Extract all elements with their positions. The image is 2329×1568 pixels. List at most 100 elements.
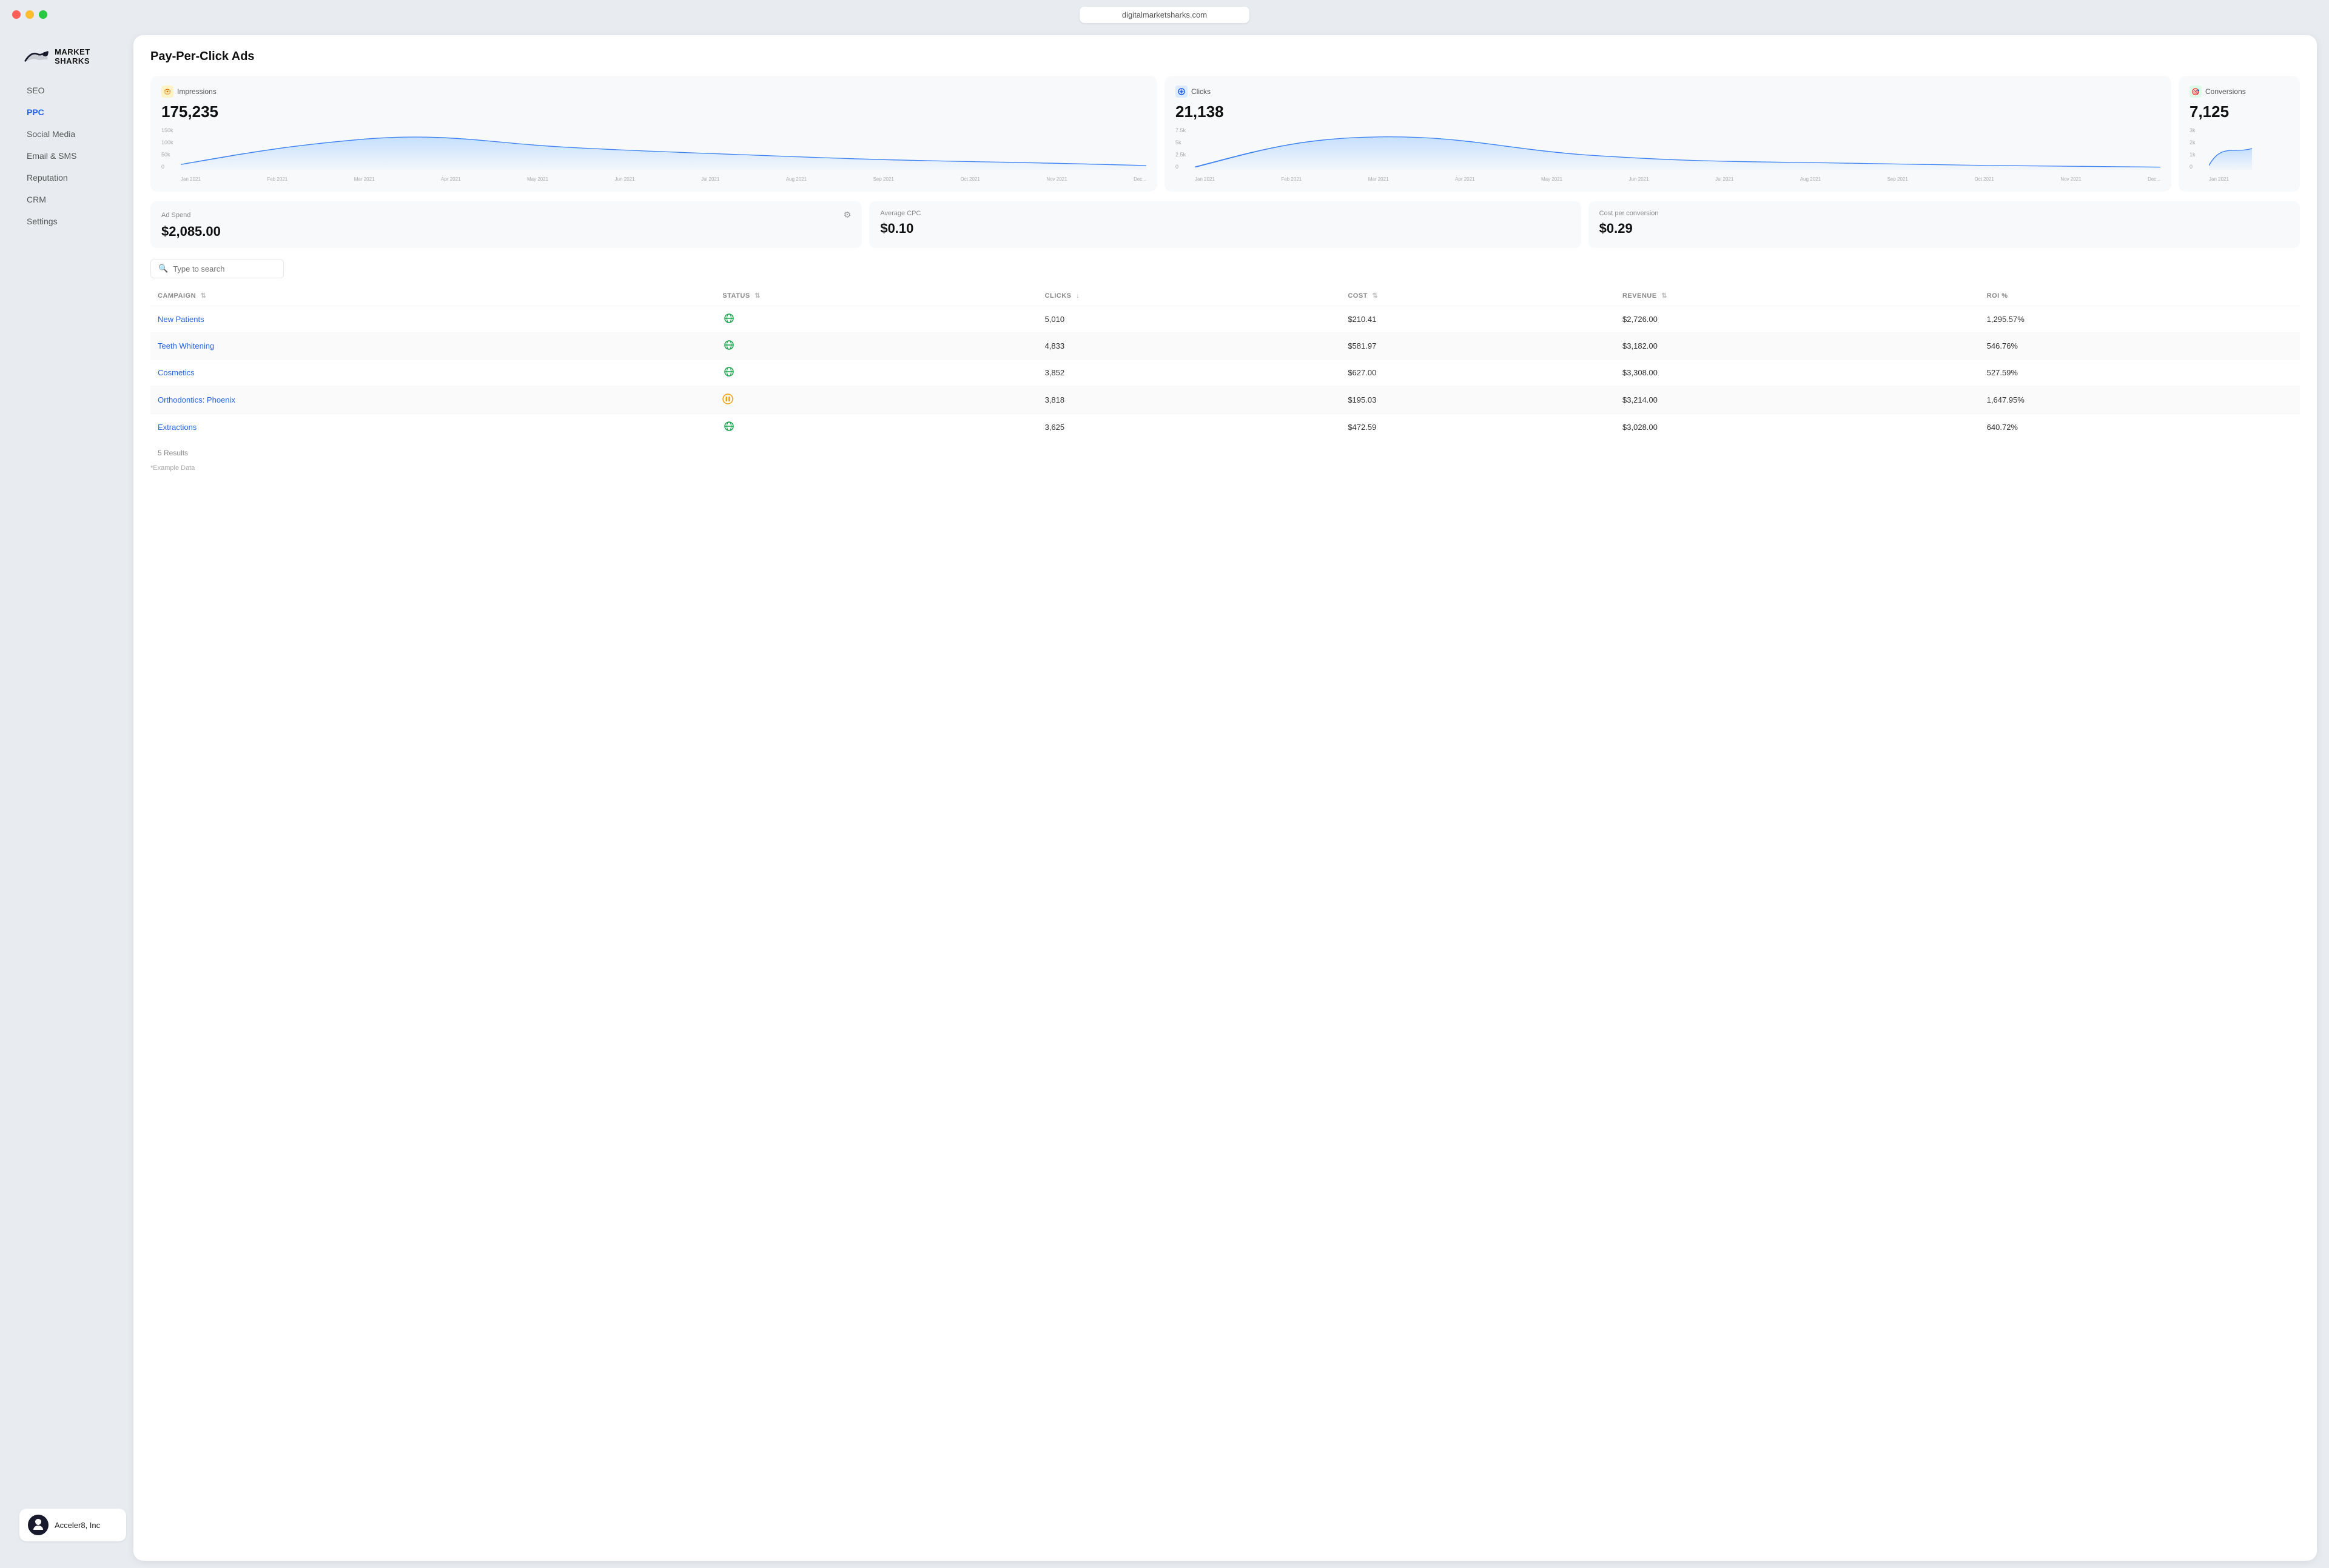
campaign-link[interactable]: New Patients (158, 315, 204, 324)
cell-cost: $627.00 (1340, 360, 1615, 386)
metrics-row: 👁 Impressions 175,235 150k 100k 50k 0 (150, 76, 2300, 192)
campaign-link[interactable]: Teeth Whitening (158, 341, 214, 350)
campaign-link[interactable]: Cosmetics (158, 368, 195, 377)
nav-items: SEO PPC Social Media Email & SMS Reputat… (12, 80, 133, 1501)
conversions-yaxis: 3k 2k 1k 0 (2190, 127, 2208, 170)
cell-campaign: New Patients (150, 306, 715, 333)
status-active-icon (722, 367, 736, 377)
clicks-yaxis: 7.5k 5k 2.5k 0 (1175, 127, 1194, 170)
cell-revenue: $2,726.00 (1615, 306, 1980, 333)
cell-roi: 1,647.95% (1980, 386, 2300, 414)
url-bar[interactable]: digitalmarketsharks.com (1080, 7, 1249, 23)
cell-roi: 546.76% (1980, 333, 2300, 360)
cell-clicks: 3,625 (1038, 414, 1341, 441)
cell-campaign: Orthodontics: Phoenix (150, 386, 715, 414)
table-row: Extractions 3,625 $472.59 $3,028.00 640.… (150, 414, 2300, 441)
conversions-svg-container (2209, 127, 2289, 170)
impressions-yaxis: 150k 100k 50k 0 (161, 127, 180, 170)
titlebar: digitalmarketsharks.com (0, 0, 2329, 29)
avatar (28, 1515, 49, 1535)
cell-roi: 527.59% (1980, 360, 2300, 386)
sort-icon-status[interactable]: ⇅ (754, 292, 761, 300)
cost-per-conversion-label: Cost per conversion (1599, 210, 2289, 217)
search-bar[interactable]: 🔍 (150, 259, 284, 278)
metric-label-impressions: 👁 Impressions (161, 85, 1146, 98)
column-header-cost[interactable]: COST ⇅ (1340, 286, 1615, 306)
sidebar-item-email-sms[interactable]: Email & SMS (19, 146, 126, 166)
status-active-icon (722, 313, 736, 323)
sidebar-item-seo[interactable]: SEO (19, 80, 126, 101)
cell-revenue: $3,308.00 (1615, 360, 1980, 386)
table-row: New Patients 5,010 $210.41 $2,726.00 1,2… (150, 306, 2300, 333)
search-input[interactable] (173, 264, 276, 273)
table-header: CAMPAIGN ⇅ STATUS ⇅ CLICKS ↓ COST (150, 286, 2300, 306)
sidebar-item-social-media[interactable]: Social Media (19, 124, 126, 144)
logo-text: MARKET SHARKS (55, 47, 121, 65)
cell-status (715, 414, 1037, 441)
maximize-button[interactable] (39, 10, 47, 19)
cell-clicks: 3,852 (1038, 360, 1341, 386)
conversions-icon: 🎯 (2190, 85, 2202, 98)
status-active-icon (722, 421, 736, 431)
cell-status (715, 386, 1037, 414)
minimize-button[interactable] (25, 10, 34, 19)
account-name: Acceler8, Inc (55, 1521, 100, 1530)
conversions-value: 7,125 (2190, 102, 2289, 121)
logo-area: MARKET SHARKS (12, 47, 133, 80)
cell-revenue: $3,028.00 (1615, 414, 1980, 441)
column-header-revenue[interactable]: REVENUE ⇅ (1615, 286, 1980, 306)
cell-clicks: 4,833 (1038, 333, 1341, 360)
window-controls (12, 10, 47, 19)
sidebar-item-settings[interactable]: Settings (19, 211, 126, 232)
stat-card-avg-cpc: Average CPC $0.10 (869, 201, 1581, 248)
sidebar-item-reputation[interactable]: Reputation (19, 167, 126, 188)
campaign-link[interactable]: Extractions (158, 423, 197, 432)
table-row: Orthodontics: Phoenix 3,818 $195.03 $3,2… (150, 386, 2300, 414)
avg-cpc-value: $0.10 (880, 221, 1570, 236)
cell-cost: $210.41 (1340, 306, 1615, 333)
cell-cost: $195.03 (1340, 386, 1615, 414)
table-header-row: CAMPAIGN ⇅ STATUS ⇅ CLICKS ↓ COST (150, 286, 2300, 306)
clicks-value: 21,138 (1175, 102, 2160, 121)
campaign-link[interactable]: Orthodontics: Phoenix (158, 395, 235, 404)
metric-card-conversions: 🎯 Conversions 7,125 3k 2k 1k 0 (2179, 76, 2300, 192)
metric-label-conversions: 🎯 Conversions (2190, 85, 2289, 98)
impressions-chart: 150k 100k 50k 0 (161, 127, 1146, 182)
impressions-svg-container (181, 127, 1146, 170)
cell-revenue: $3,182.00 (1615, 333, 1980, 360)
column-header-status[interactable]: STATUS ⇅ (715, 286, 1037, 306)
close-button[interactable] (12, 10, 21, 19)
impressions-icon: 👁 (161, 85, 173, 98)
sort-icon-cost[interactable]: ⇅ (1372, 292, 1378, 300)
sort-icon-campaign[interactable]: ⇅ (201, 292, 207, 300)
avg-cpc-label: Average CPC (880, 210, 1570, 217)
column-header-clicks[interactable]: CLICKS ↓ (1038, 286, 1341, 306)
results-count: 5 Results (150, 440, 2300, 460)
sidebar-item-crm[interactable]: CRM (19, 189, 126, 210)
clicks-xaxis: Jan 2021 Feb 2021 Mar 2021 Apr 2021 May … (1195, 176, 2160, 182)
status-active-icon (722, 340, 736, 350)
column-header-campaign[interactable]: CAMPAIGN ⇅ (150, 286, 715, 306)
search-icon: 🔍 (158, 264, 168, 273)
gear-icon[interactable]: ⚙ (844, 210, 852, 220)
table-body: New Patients 5,010 $210.41 $2,726.00 1,2… (150, 306, 2300, 441)
cell-status (715, 306, 1037, 333)
account-chip[interactable]: Acceler8, Inc (19, 1509, 126, 1541)
cell-cost: $581.97 (1340, 333, 1615, 360)
cell-status (715, 360, 1037, 386)
cell-clicks: 3,818 (1038, 386, 1341, 414)
ad-spend-value: $2,085.00 (161, 224, 851, 240)
footnote: *Example Data (150, 460, 2300, 474)
sidebar-item-ppc[interactable]: PPC (19, 102, 126, 122)
ad-spend-label: Ad Spend ⚙ (161, 210, 851, 220)
status-paused-icon (722, 394, 733, 404)
impressions-xaxis: Jan 2021 Feb 2021 Mar 2021 Apr 2021 May … (181, 176, 1146, 182)
sort-icon-clicks[interactable]: ↓ (1076, 292, 1080, 300)
clicks-svg-container (1195, 127, 2160, 170)
sort-icon-revenue[interactable]: ⇅ (1661, 292, 1667, 300)
clicks-chart: 7.5k 5k 2.5k 0 (1175, 127, 2160, 182)
cell-status (715, 333, 1037, 360)
metric-label-clicks: Clicks (1175, 85, 2160, 98)
column-header-roi[interactable]: ROI % (1980, 286, 2300, 306)
cell-revenue: $3,214.00 (1615, 386, 1980, 414)
